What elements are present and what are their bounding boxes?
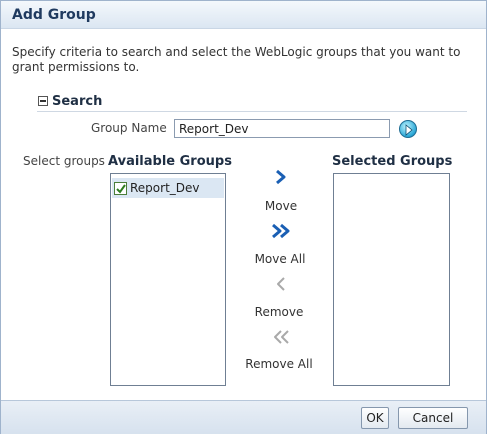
search-divider bbox=[37, 111, 467, 112]
go-arrow-icon bbox=[405, 124, 413, 136]
search-section-header[interactable]: Search bbox=[38, 93, 102, 109]
ok-button[interactable]: OK bbox=[361, 407, 389, 429]
double-chevron-right-icon bbox=[272, 223, 290, 239]
select-groups-label: Select groups bbox=[23, 154, 105, 168]
dialog-description: Specify criteria to search and select th… bbox=[12, 45, 461, 74]
chevron-right-icon bbox=[276, 169, 286, 185]
move-label[interactable]: Move bbox=[241, 199, 321, 213]
dialog-titlebar: Add Group bbox=[1, 1, 486, 29]
dialog-title: Add Group bbox=[12, 7, 96, 23]
collapse-icon[interactable] bbox=[38, 96, 48, 106]
move-all-button[interactable] bbox=[261, 222, 301, 242]
available-groups-list[interactable]: Report_Dev bbox=[110, 173, 226, 386]
selected-groups-list[interactable] bbox=[333, 173, 450, 386]
move-button[interactable] bbox=[261, 168, 301, 188]
checkmark-icon bbox=[116, 183, 126, 194]
group-name-input[interactable] bbox=[174, 119, 390, 138]
remove-all-button[interactable] bbox=[261, 328, 301, 348]
remove-all-label[interactable]: Remove All bbox=[239, 357, 319, 371]
remove-button[interactable] bbox=[261, 275, 301, 295]
group-name-label: Group Name bbox=[91, 121, 167, 135]
move-all-label[interactable]: Move All bbox=[240, 252, 320, 266]
available-groups-title: Available Groups bbox=[108, 154, 232, 169]
list-item[interactable]: Report_Dev bbox=[112, 178, 224, 198]
item-label: Report_Dev bbox=[130, 181, 200, 195]
add-group-dialog: Add Group Specify criteria to search and… bbox=[0, 0, 487, 434]
chevron-left-icon bbox=[277, 277, 285, 291]
search-go-button[interactable] bbox=[399, 120, 417, 138]
search-section-title: Search bbox=[52, 93, 103, 109]
remove-label[interactable]: Remove bbox=[239, 305, 319, 319]
item-checkbox[interactable] bbox=[114, 181, 127, 195]
selected-groups-title: Selected Groups bbox=[332, 154, 453, 169]
double-chevron-left-icon bbox=[274, 330, 289, 344]
cancel-button[interactable]: Cancel bbox=[398, 407, 468, 429]
